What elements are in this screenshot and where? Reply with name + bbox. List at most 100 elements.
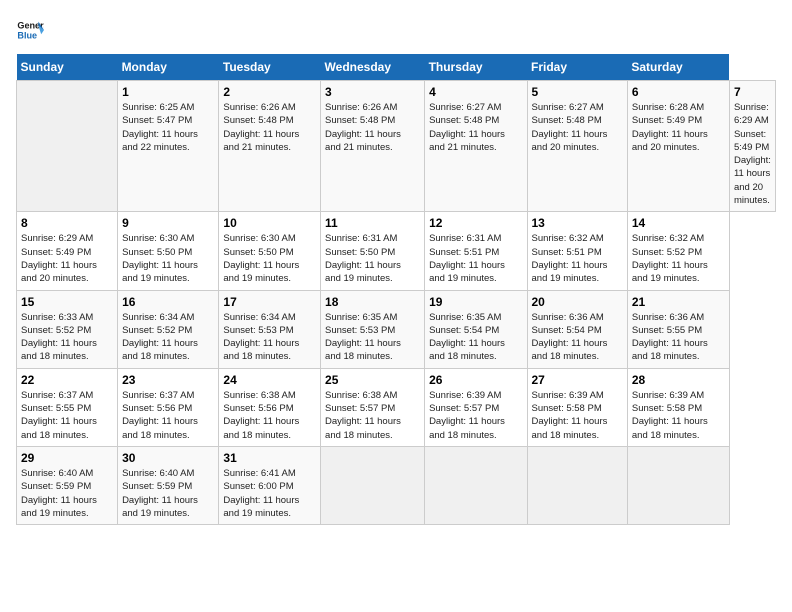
day-content: Sunrise: 6:39 AM Sunset: 5:57 PM Dayligh…: [429, 389, 522, 442]
day-number: 20: [532, 295, 623, 309]
header: General Blue: [16, 16, 776, 44]
calendar-cell: 26 Sunrise: 6:39 AM Sunset: 5:57 PM Dayli…: [425, 368, 527, 446]
day-header-tuesday: Tuesday: [219, 54, 321, 81]
day-content: Sunrise: 6:37 AM Sunset: 5:55 PM Dayligh…: [21, 389, 113, 442]
calendar-cell: 27Sunrise: 6:39 AM Sunset: 5:58 PM Dayli…: [527, 368, 627, 446]
day-number: 11: [325, 216, 420, 230]
day-number: 21: [632, 295, 725, 309]
svg-text:Blue: Blue: [17, 30, 37, 40]
calendar-cell: 23Sunrise: 6:37 AM Sunset: 5:56 PM Dayli…: [118, 368, 219, 446]
day-content: Sunrise: 6:38 AM Sunset: 5:57 PM Dayligh…: [325, 389, 420, 442]
day-header-saturday: Saturday: [627, 54, 729, 81]
calendar-cell: [321, 446, 425, 524]
calendar-cell: 10 Sunrise: 6:30 AM Sunset: 5:50 PM Dayli…: [219, 212, 321, 290]
day-number: 8: [21, 216, 113, 230]
calendar-week-row: 1 Sunrise: 6:25 AM Sunset: 5:47 PM Daylig…: [17, 81, 776, 212]
day-content: Sunrise: 6:32 AM Sunset: 5:51 PM Dayligh…: [532, 232, 623, 285]
day-content: Sunrise: 6:29 AM Sunset: 5:49 PM Dayligh…: [21, 232, 113, 285]
calendar-week-row: 15 Sunrise: 6:33 AM Sunset: 5:52 PM Dayli…: [17, 290, 776, 368]
day-number: 23: [122, 373, 214, 387]
day-number: 4: [429, 85, 522, 99]
day-content: Sunrise: 6:41 AM Sunset: 6:00 PM Dayligh…: [223, 467, 316, 520]
day-content: Sunrise: 6:26 AM Sunset: 5:48 PM Dayligh…: [325, 101, 420, 154]
day-number: 29: [21, 451, 113, 465]
calendar-week-row: 29 Sunrise: 6:40 AM Sunset: 5:59 PM Dayli…: [17, 446, 776, 524]
calendar-cell: 13 Sunrise: 6:32 AM Sunset: 5:51 PM Dayli…: [527, 212, 627, 290]
day-content: Sunrise: 6:28 AM Sunset: 5:49 PM Dayligh…: [632, 101, 725, 154]
day-number: 9: [122, 216, 214, 230]
calendar-cell: 20 Sunrise: 6:36 AM Sunset: 5:54 PM Dayli…: [527, 290, 627, 368]
day-content: Sunrise: 6:29 AM Sunset: 5:49 PM Dayligh…: [734, 101, 771, 207]
day-content: Sunrise: 6:27 AM Sunset: 5:48 PM Dayligh…: [429, 101, 522, 154]
day-number: 2: [223, 85, 316, 99]
day-number: 12: [429, 216, 522, 230]
day-number: 6: [632, 85, 725, 99]
calendar-cell: 1 Sunrise: 6:25 AM Sunset: 5:47 PM Daylig…: [118, 81, 219, 212]
logo: General Blue: [16, 16, 48, 44]
calendar-cell: 31 Sunrise: 6:41 AM Sunset: 6:00 PM Dayli…: [219, 446, 321, 524]
calendar-cell: [627, 446, 729, 524]
day-content: Sunrise: 6:26 AM Sunset: 5:48 PM Dayligh…: [223, 101, 316, 154]
day-number: 10: [223, 216, 316, 230]
day-content: Sunrise: 6:39 AM Sunset: 5:58 PM Dayligh…: [632, 389, 725, 442]
day-content: Sunrise: 6:30 AM Sunset: 5:50 PM Dayligh…: [122, 232, 214, 285]
day-number: 16: [122, 295, 214, 309]
day-number: 26: [429, 373, 522, 387]
day-header-wednesday: Wednesday: [321, 54, 425, 81]
calendar-cell: [527, 446, 627, 524]
day-number: 24: [223, 373, 316, 387]
calendar-cell: 25 Sunrise: 6:38 AM Sunset: 5:57 PM Dayli…: [321, 368, 425, 446]
calendar-cell: 12 Sunrise: 6:31 AM Sunset: 5:51 PM Dayli…: [425, 212, 527, 290]
calendar-cell: 9 Sunrise: 6:30 AM Sunset: 5:50 PM Daylig…: [118, 212, 219, 290]
day-content: Sunrise: 6:38 AM Sunset: 5:56 PM Dayligh…: [223, 389, 316, 442]
calendar-cell: 21 Sunrise: 6:36 AM Sunset: 5:55 PM Dayli…: [627, 290, 729, 368]
day-content: Sunrise: 6:34 AM Sunset: 5:52 PM Dayligh…: [122, 311, 214, 364]
calendar-cell: 2 Sunrise: 6:26 AM Sunset: 5:48 PM Daylig…: [219, 81, 321, 212]
day-number: 31: [223, 451, 316, 465]
calendar-cell: 19 Sunrise: 6:35 AM Sunset: 5:54 PM Dayli…: [425, 290, 527, 368]
day-content: Sunrise: 6:40 AM Sunset: 5:59 PM Dayligh…: [122, 467, 214, 520]
day-number: 15: [21, 295, 113, 309]
calendar-cell: 28 Sunrise: 6:39 AM Sunset: 5:58 PM Dayli…: [627, 368, 729, 446]
day-number: 7: [734, 85, 771, 99]
day-content: Sunrise: 6:25 AM Sunset: 5:47 PM Dayligh…: [122, 101, 214, 154]
calendar-cell: [17, 81, 118, 212]
calendar-cell: 16 Sunrise: 6:34 AM Sunset: 5:52 PM Dayli…: [118, 290, 219, 368]
day-number: 19: [429, 295, 522, 309]
calendar-cell: [425, 446, 527, 524]
calendar-cell: 14Sunrise: 6:32 AM Sunset: 5:52 PM Dayli…: [627, 212, 729, 290]
calendar-cell: 5Sunrise: 6:27 AM Sunset: 5:48 PM Daylig…: [527, 81, 627, 212]
calendar-cell: 8 Sunrise: 6:29 AM Sunset: 5:49 PM Daylig…: [17, 212, 118, 290]
day-content: Sunrise: 6:35 AM Sunset: 5:53 PM Dayligh…: [325, 311, 420, 364]
day-header-friday: Friday: [527, 54, 627, 81]
calendar-cell: 17Sunrise: 6:34 AM Sunset: 5:53 PM Dayli…: [219, 290, 321, 368]
day-content: Sunrise: 6:36 AM Sunset: 5:54 PM Dayligh…: [532, 311, 623, 364]
day-number: 13: [532, 216, 623, 230]
day-content: Sunrise: 6:27 AM Sunset: 5:48 PM Dayligh…: [532, 101, 623, 154]
day-header-thursday: Thursday: [425, 54, 527, 81]
day-number: 18: [325, 295, 420, 309]
day-number: 25: [325, 373, 420, 387]
day-number: 28: [632, 373, 725, 387]
day-content: Sunrise: 6:31 AM Sunset: 5:51 PM Dayligh…: [429, 232, 522, 285]
day-number: 30: [122, 451, 214, 465]
calendar-header-row: SundayMondayTuesdayWednesdayThursdayFrid…: [17, 54, 776, 81]
day-content: Sunrise: 6:33 AM Sunset: 5:52 PM Dayligh…: [21, 311, 113, 364]
day-content: Sunrise: 6:30 AM Sunset: 5:50 PM Dayligh…: [223, 232, 316, 285]
calendar-table: SundayMondayTuesdayWednesdayThursdayFrid…: [16, 54, 776, 525]
day-content: Sunrise: 6:36 AM Sunset: 5:55 PM Dayligh…: [632, 311, 725, 364]
day-number: 3: [325, 85, 420, 99]
calendar-cell: 3 Sunrise: 6:26 AM Sunset: 5:48 PM Daylig…: [321, 81, 425, 212]
calendar-cell: 7 Sunrise: 6:29 AM Sunset: 5:49 PM Daylig…: [729, 81, 775, 212]
calendar-cell: 22Sunrise: 6:37 AM Sunset: 5:55 PM Dayli…: [17, 368, 118, 446]
calendar-cell: 18 Sunrise: 6:35 AM Sunset: 5:53 PM Dayli…: [321, 290, 425, 368]
calendar-cell: 30 Sunrise: 6:40 AM Sunset: 5:59 PM Dayli…: [118, 446, 219, 524]
calendar-cell: 4 Sunrise: 6:27 AM Sunset: 5:48 PM Daylig…: [425, 81, 527, 212]
day-content: Sunrise: 6:32 AM Sunset: 5:52 PM Dayligh…: [632, 232, 725, 285]
calendar-week-row: 8 Sunrise: 6:29 AM Sunset: 5:49 PM Daylig…: [17, 212, 776, 290]
day-number: 1: [122, 85, 214, 99]
day-content: Sunrise: 6:35 AM Sunset: 5:54 PM Dayligh…: [429, 311, 522, 364]
day-content: Sunrise: 6:31 AM Sunset: 5:50 PM Dayligh…: [325, 232, 420, 285]
general-blue-logo-icon: General Blue: [16, 16, 44, 44]
calendar-week-row: 22Sunrise: 6:37 AM Sunset: 5:55 PM Dayli…: [17, 368, 776, 446]
